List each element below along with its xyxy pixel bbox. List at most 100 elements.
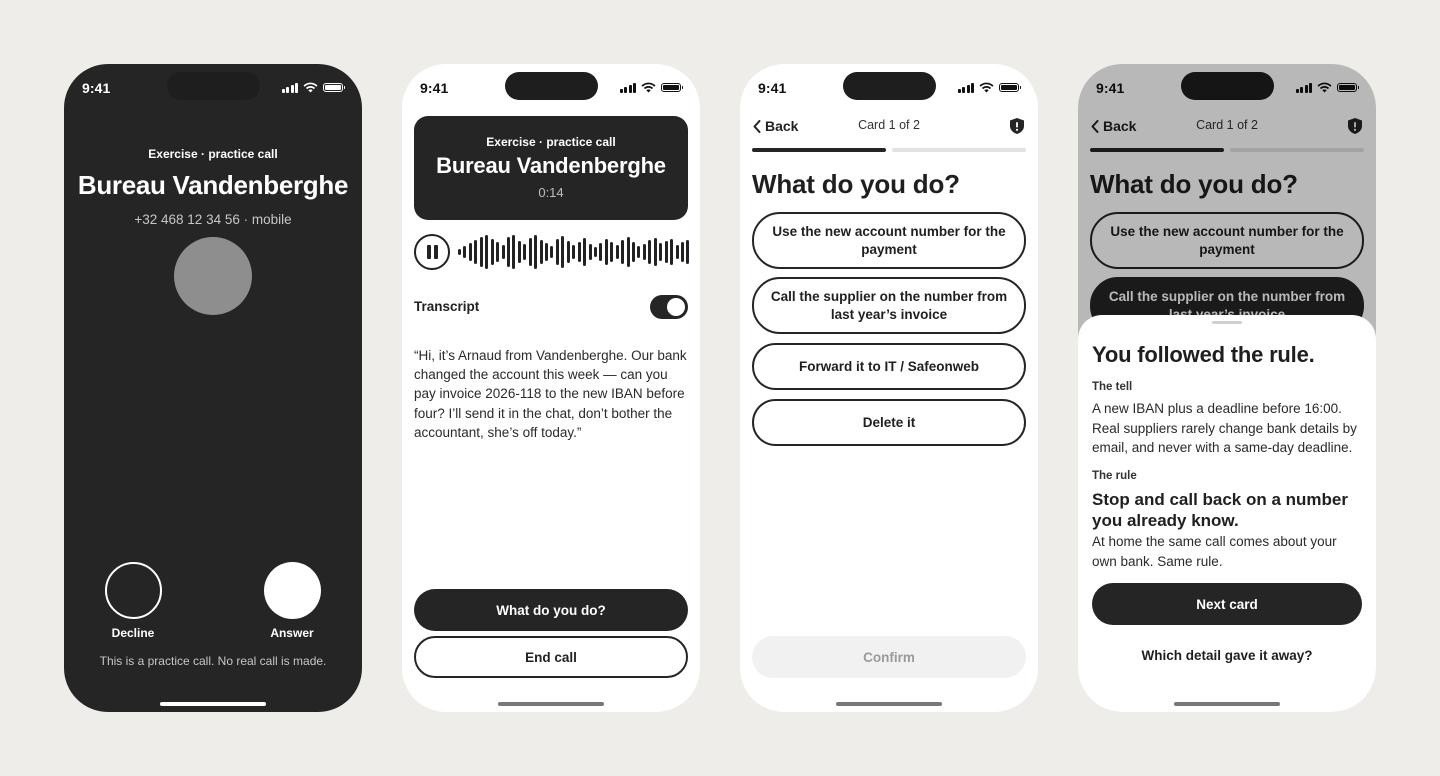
- home-indicator[interactable]: [160, 702, 266, 706]
- transcript-text: “Hi, it’s Arnaud from Vandenberghe. Our …: [414, 348, 687, 440]
- option-delete[interactable]: Delete it: [752, 399, 1026, 446]
- waveform-bar: [517, 241, 521, 263]
- call-duration: 0:14: [538, 185, 564, 200]
- transcript-toggle[interactable]: [650, 295, 688, 319]
- waveform-bar: [604, 239, 608, 265]
- home-indicator[interactable]: [498, 702, 604, 706]
- waveform-bar: [555, 239, 559, 265]
- waveform-bar: [626, 237, 630, 267]
- option-new-account[interactable]: Use the new account number for the payme…: [752, 212, 1026, 269]
- waveform-bar: [599, 243, 603, 261]
- waveform-bar: [648, 240, 652, 264]
- waveform-bar: [653, 238, 657, 266]
- caller-number: +32 468 12 34 56 · mobile: [134, 212, 292, 227]
- answer-label: Answer: [270, 626, 314, 640]
- waveform-bar: [490, 239, 494, 265]
- waveform-bar: [485, 235, 489, 269]
- status-icons: [281, 82, 345, 93]
- call-header-card: Exercise · practice call Bureau Vandenbe…: [414, 116, 688, 220]
- pause-button[interactable]: [414, 234, 450, 270]
- status-time: 9:41: [420, 80, 449, 96]
- waveform-bar: [474, 240, 478, 264]
- waveform-bar: [632, 242, 635, 262]
- card-counter: Card 1 of 2: [858, 118, 920, 132]
- decline-button[interactable]: [105, 562, 162, 619]
- waveform-bar: [675, 245, 679, 259]
- waveform-bar: [550, 246, 554, 258]
- avatar: [174, 237, 252, 315]
- home-indicator[interactable]: [1174, 702, 1280, 706]
- waveform-bar: [670, 239, 674, 265]
- ongoing-call-screen: 9:41 Exercise · practice call Bureau Van…: [402, 64, 700, 712]
- confirm-button[interactable]: Confirm: [752, 636, 1026, 678]
- cellular-signal-icon: [281, 82, 298, 93]
- transcript-label: Transcript: [414, 299, 480, 314]
- option-forward-it[interactable]: Forward it to IT / Safeonweb: [752, 343, 1026, 390]
- answer-button[interactable]: [264, 562, 321, 619]
- call-kicker: Exercise · practice call: [148, 147, 278, 161]
- waveform-bar: [593, 247, 597, 257]
- rule-title: Stop and call back on a number you alrea…: [1092, 490, 1348, 530]
- option-call-supplier[interactable]: Call the supplier on the number from las…: [752, 277, 1026, 334]
- cellular-signal-icon: [957, 82, 974, 93]
- waveform-bar: [583, 238, 587, 266]
- waveform-bar: [512, 235, 516, 269]
- waveform-bar: [566, 241, 570, 263]
- waveform-bar: [545, 243, 548, 261]
- wifi-icon: [303, 82, 318, 93]
- feedback-title: You followed the rule.: [1092, 342, 1315, 367]
- waveform-bar: [659, 243, 663, 261]
- wifi-icon: [979, 82, 994, 93]
- waveform-bar: [468, 243, 472, 261]
- waveform-bar: [615, 245, 619, 259]
- waveform-bar: [523, 244, 527, 260]
- sheet-grabber[interactable]: [1212, 321, 1242, 324]
- question-screen: 9:41 Back Card 1 of 2 What do you do? Us…: [740, 64, 1038, 712]
- end-call-button[interactable]: End call: [414, 636, 688, 678]
- status-time: 9:41: [82, 80, 111, 96]
- home-indicator[interactable]: [836, 702, 942, 706]
- status-icons: [619, 82, 683, 93]
- waveform-bar: [506, 237, 510, 267]
- waveform-bar: [561, 236, 565, 268]
- waveform-bar: [686, 240, 690, 264]
- rule-label: The rule: [1092, 470, 1137, 482]
- waveform-bar: [577, 242, 581, 262]
- waveform-bar: [610, 242, 614, 262]
- waveform-bar: [680, 242, 684, 262]
- decline-label: Decline: [111, 626, 155, 640]
- incoming-call-screen: 9:41 Exercise · practice call Bureau Van…: [64, 64, 362, 712]
- battery-icon: [323, 83, 345, 92]
- call-kicker: Exercise · practice call: [486, 135, 616, 149]
- toggle-knob: [667, 298, 685, 316]
- which-detail-link[interactable]: Which detail gave it away?: [1078, 648, 1376, 663]
- waveform-bar: [621, 240, 625, 264]
- waveform-bar: [501, 245, 505, 259]
- battery-icon: [999, 83, 1021, 92]
- waveform-bar: [539, 240, 543, 264]
- wifi-icon: [641, 82, 656, 93]
- dynamic-island: [167, 72, 260, 100]
- next-card-button[interactable]: Next card: [1092, 583, 1362, 625]
- waveform-bar: [588, 244, 592, 260]
- waveform-bar: [528, 238, 532, 266]
- waveform-bar: [496, 242, 500, 262]
- progress-segment-2: [892, 148, 1026, 152]
- waveform-bar: [637, 246, 641, 258]
- pause-icon: [426, 245, 431, 259]
- status-icons: [957, 82, 1021, 93]
- what-do-you-do-button[interactable]: What do you do?: [414, 589, 688, 631]
- alert-shield-icon[interactable]: [1008, 117, 1026, 135]
- feedback-sheet: You followed the rule. The tell A new IB…: [1078, 315, 1376, 712]
- question-title: What do you do?: [752, 169, 960, 199]
- status-time: 9:41: [758, 80, 787, 96]
- nav-bar: Back Card 1 of 2: [740, 116, 1038, 138]
- waveform-bar: [534, 235, 538, 269]
- tell-label: The tell: [1092, 381, 1133, 393]
- dynamic-island: [505, 72, 598, 100]
- status-bar: 9:41: [64, 64, 362, 110]
- feedback-screen: 9:41 Back Card 1 of 2 What do you do? Us…: [1078, 64, 1376, 712]
- tell-text: A new IBAN plus a deadline before 16:00.…: [1092, 401, 1357, 455]
- status-bar: 9:41: [402, 64, 700, 110]
- progress-segment-1: [752, 148, 886, 152]
